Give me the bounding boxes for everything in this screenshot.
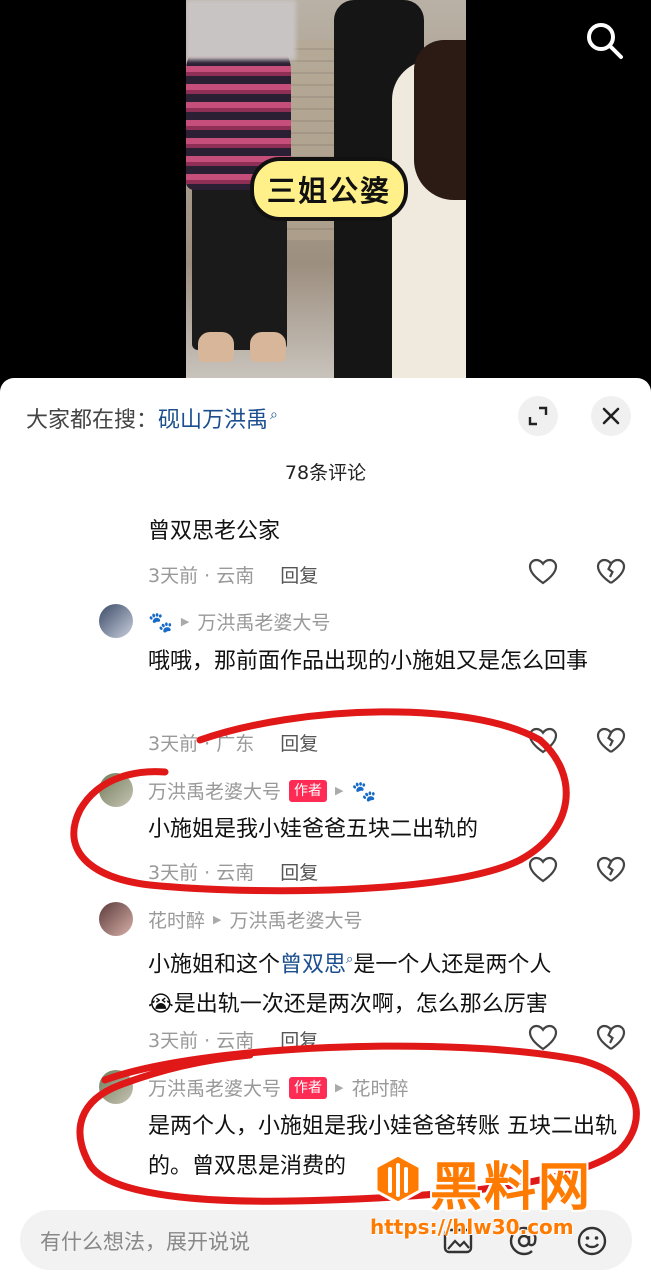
comment-meta: 3天前 · 云南 回复	[148, 561, 318, 588]
foot	[250, 332, 286, 362]
comment-header: 万洪禹老婆大号 作者 ▶ 🐾	[148, 777, 376, 804]
comment-header: 🐾 ▶ 万洪禹老婆大号	[148, 608, 330, 635]
reply-arrow-icon: ▶	[335, 1081, 344, 1094]
reply-to-user[interactable]: 万洪禹老婆大号	[197, 608, 330, 635]
reply-to-user[interactable]: 万洪禹老婆大号	[229, 906, 362, 933]
comment-text: 小施姐是我小娃爸爸五块二出轨的	[148, 817, 479, 842]
search-suggestion-term[interactable]: 砚山万洪禹	[158, 408, 268, 433]
like-heart-icon[interactable]	[528, 855, 558, 885]
blurred-face	[186, 0, 296, 60]
like-heart-icon[interactable]	[528, 726, 558, 756]
video-sticker-label: 三姐公婆	[250, 157, 408, 221]
reply-button[interactable]: 回复	[280, 733, 318, 755]
username[interactable]: 万洪禹老婆大号	[148, 1074, 281, 1101]
reply-button[interactable]: 回复	[280, 862, 318, 884]
close-button[interactable]	[591, 396, 631, 436]
dislike-heart-icon[interactable]	[596, 726, 626, 756]
search-suggestion-prefix: 大家都在搜：	[26, 408, 159, 433]
hair	[414, 40, 466, 200]
dislike-heart-icon[interactable]	[596, 1023, 626, 1053]
like-heart-icon[interactable]	[528, 557, 558, 587]
reply-arrow-icon: ▶	[335, 784, 344, 797]
comment-input-placeholder: 有什么想法，展开说说	[40, 1230, 250, 1254]
expand-button[interactable]	[518, 396, 558, 436]
search-icon[interactable]	[584, 20, 624, 60]
comment-text: 曾双思老公家	[148, 519, 281, 544]
watermark-title: 黑料网	[430, 1158, 593, 1218]
comment-text-part: 小施姐和这个	[148, 952, 281, 978]
author-badge: 作者	[289, 779, 328, 802]
avatar[interactable]	[99, 773, 133, 807]
video-frame: 三姐公婆	[186, 0, 466, 378]
search-suggestion[interactable]: 大家都在搜：砚山万洪禹 ⌕	[26, 402, 278, 434]
reply-button[interactable]: 回复	[280, 1030, 318, 1052]
like-heart-icon[interactable]	[528, 1023, 558, 1053]
small-search-icon: ⌕	[270, 406, 278, 423]
comment-time-location: 3天前 · 云南	[148, 862, 255, 884]
reply-arrow-icon: ▶	[180, 615, 190, 628]
avatar[interactable]	[99, 604, 133, 638]
username[interactable]: 万洪禹老婆大号	[148, 777, 281, 804]
reply-to-user[interactable]: 花时醉	[351, 1074, 408, 1101]
comment-text-part: 😭是出轨一次还是两次啊，怎么那么厉害	[148, 992, 548, 1018]
comment-meta: 3天前 · 云南 回复	[148, 858, 318, 885]
comment-time-location: 3天前 · 云南	[148, 565, 255, 587]
author-badge: 作者	[289, 1076, 328, 1099]
comment-text: 小施姐和这个曾双思⌕是一个人还是两个人 😭是出轨一次还是两次啊，怎么那么厉害	[148, 940, 618, 1025]
watermark: 黑料网 https://hlw30.com	[370, 1145, 630, 1245]
close-icon	[602, 407, 620, 425]
comment-count: 78条评论	[284, 462, 367, 484]
comment-time-location: 3天前 · 云南	[148, 1030, 255, 1052]
avatar[interactable]	[99, 1070, 133, 1104]
reply-button[interactable]: 回复	[280, 565, 318, 587]
avatar[interactable]	[99, 902, 133, 936]
watermark-logo-icon	[374, 1153, 422, 1205]
username[interactable]: 🐾	[148, 610, 173, 634]
reply-arrow-icon: ▶	[213, 913, 222, 926]
reply-to-user[interactable]: 🐾	[351, 779, 376, 803]
expand-icon	[528, 406, 548, 426]
comment-text: 哦哦，那前面作品出现的小施姐又是怎么回事	[148, 649, 589, 674]
comment-header: 花时醉 ▶ 万洪禹老婆大号	[148, 906, 363, 933]
comment-meta: 3天前 · 云南 回复	[148, 1026, 318, 1053]
comment-time-location: 3天前 · 广东	[148, 733, 255, 755]
dislike-heart-icon[interactable]	[596, 855, 626, 885]
video-player[interactable]: 三姐公婆	[0, 0, 651, 380]
comment-meta: 3天前 · 广东 回复	[148, 729, 318, 756]
foot	[198, 332, 234, 362]
comment-header: 万洪禹老婆大号 作者 ▶ 花时醉	[148, 1074, 409, 1101]
username[interactable]: 花时醉	[148, 906, 205, 933]
watermark-url: https://hlw30.com	[370, 1215, 574, 1239]
comment-search-link[interactable]: 曾双思	[280, 952, 346, 977]
comment-text-part: 是一个人还是两个人	[353, 952, 552, 978]
dislike-heart-icon[interactable]	[596, 557, 626, 587]
